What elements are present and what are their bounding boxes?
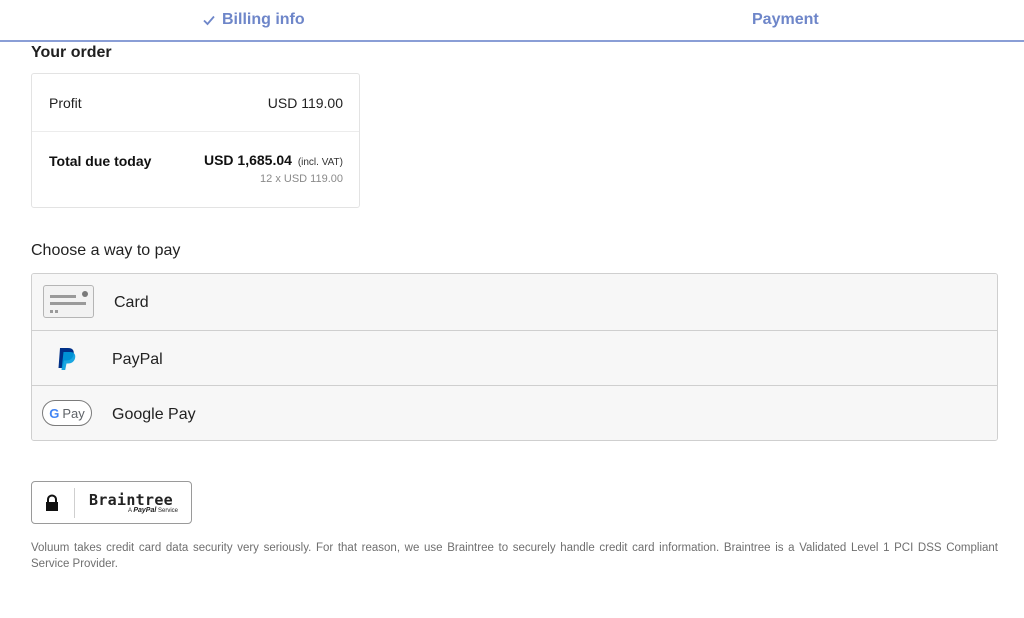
total-value: USD 1,685.04 xyxy=(203,152,292,168)
payment-methods-list: Card PayPal G Pay Google Pay xyxy=(31,273,998,441)
payment-method-label: Card xyxy=(114,294,149,311)
step-billing-info[interactable]: Billing info xyxy=(202,11,305,29)
paypal-icon xyxy=(58,348,76,370)
payment-method-paypal[interactable]: PayPal xyxy=(32,330,997,386)
security-note: Voluum takes credit card data security v… xyxy=(31,542,998,570)
google-g-mark: G xyxy=(49,405,60,421)
total-label: Total due today xyxy=(49,153,152,169)
braintree-badge: Braintree A PayPal Service xyxy=(31,481,192,524)
payment-methods-title: Choose a way to pay xyxy=(31,242,181,259)
total-value-wrap: USD 1,685.04 (incl. VAT) xyxy=(204,152,343,168)
paypal-wordmark: PayPal xyxy=(133,507,157,514)
step-payment-label: Payment xyxy=(752,11,819,28)
step-billing-label: Billing info xyxy=(222,11,305,28)
lock-icon xyxy=(46,494,58,511)
google-pay-icon: G Pay xyxy=(42,400,92,426)
payment-method-label: PayPal xyxy=(112,351,163,368)
step-payment[interactable]: Payment xyxy=(752,11,819,29)
order-title: Your order xyxy=(31,44,112,61)
payment-method-label: Google Pay xyxy=(112,406,196,423)
checkout-steps: Billing info Payment xyxy=(0,0,1024,42)
total-breakdown: 12 x USD 119.00 xyxy=(260,173,343,185)
profit-value: USD 119.00 xyxy=(267,95,343,111)
total-vat-note: (incl. VAT) xyxy=(297,157,343,168)
payment-method-card[interactable]: Card xyxy=(32,274,997,330)
gpay-icon-text: Pay xyxy=(62,405,85,421)
order-row-profit: Profit USD 119.00 xyxy=(32,74,359,132)
order-summary-card: Profit USD 119.00 Total due today USD 1,… xyxy=(31,73,360,208)
profit-label: Profit xyxy=(49,95,82,111)
payment-method-google-pay[interactable]: G Pay Google Pay xyxy=(32,385,997,440)
checkmark-icon xyxy=(203,15,215,26)
braintree-subtitle: A PayPal Service xyxy=(128,507,178,514)
credit-card-icon xyxy=(43,285,94,318)
badge-divider xyxy=(74,488,75,518)
